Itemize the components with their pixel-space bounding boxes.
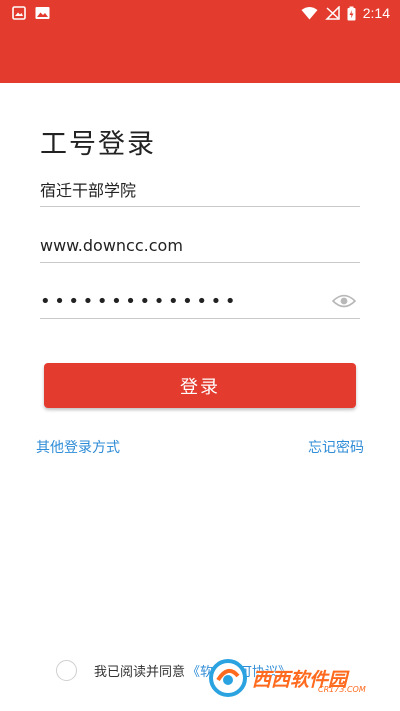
page-title: 工号登录 (40, 129, 156, 160)
no-signal-icon (324, 6, 340, 20)
organization-field[interactable]: 宿迁干部学院 (40, 172, 360, 207)
app-bar (0, 26, 400, 83)
password-field[interactable]: •••••••••••••• (40, 284, 360, 319)
status-bar: 2:14 (0, 0, 400, 26)
status-time: 2:14 (362, 5, 390, 21)
show-password-eye-icon[interactable] (331, 293, 357, 309)
wifi-icon (301, 6, 318, 20)
agreement-text: 我已阅读并同意 (94, 665, 186, 680)
login-button[interactable]: 登录 (44, 363, 356, 408)
battery-charging-icon (347, 6, 356, 21)
forgot-password-link[interactable]: 忘记密码 (308, 437, 364, 457)
other-login-methods-link[interactable]: 其他登录方式 (36, 437, 120, 457)
watermark-logo-icon (209, 659, 247, 697)
watermark-sub: CR173.COM (318, 685, 366, 694)
username-value: www.downcc.com (40, 235, 183, 255)
password-value: •••••••••••••• (40, 290, 240, 312)
agreement-radio[interactable] (56, 660, 77, 681)
photo-notification-icon (35, 6, 50, 20)
image-notification-icon (12, 6, 26, 20)
organization-value: 宿迁干部学院 (40, 181, 137, 200)
username-field[interactable]: www.downcc.com (40, 228, 360, 263)
